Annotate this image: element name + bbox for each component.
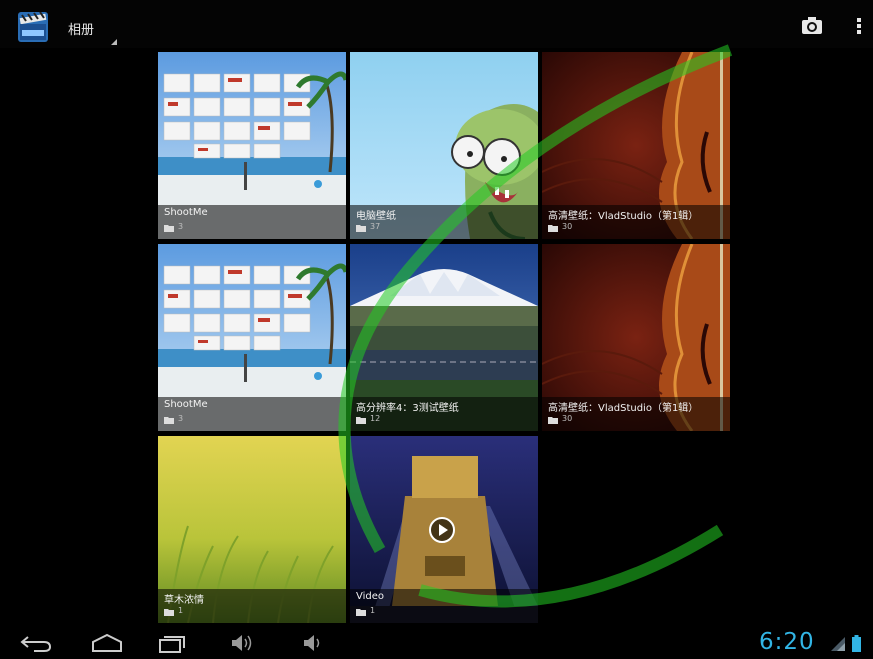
album-count: 3: [178, 414, 184, 423]
album-label-bar: ShootMe 3: [158, 397, 346, 431]
album-tile[interactable]: 草木浓情 1: [158, 436, 346, 623]
album-count: 37: [370, 222, 381, 231]
folder-icon: [548, 225, 558, 232]
battery-icon: [852, 635, 861, 652]
album-title: 电脑壁纸: [356, 211, 396, 222]
album-tile[interactable]: 电脑壁纸 37: [350, 52, 538, 239]
dropdown-caret-icon: [111, 39, 117, 45]
album-grid: ShootMe 3 电脑壁纸 37 高清壁纸：VladStudio（第1辑） 3…: [158, 52, 730, 624]
album-title: 草木浓情: [164, 595, 204, 606]
album-tile[interactable]: 高分辨率4：3测试壁纸 12: [350, 244, 538, 431]
folder-icon: [356, 417, 366, 424]
folder-icon: [356, 225, 366, 232]
action-bar: 相册: [0, 0, 873, 48]
album-tile[interactable]: ShootMe 3: [158, 244, 346, 431]
recent-apps-icon[interactable]: [156, 633, 190, 653]
album-label-bar: Video 1: [350, 589, 538, 623]
album-title: Video: [356, 591, 385, 602]
system-nav-bar: 6:20: [0, 627, 873, 659]
play-icon[interactable]: [428, 516, 456, 544]
album-tile[interactable]: Video 1: [350, 436, 538, 623]
overflow-menu-icon[interactable]: [851, 14, 867, 38]
album-title: ShootMe: [164, 399, 208, 410]
camera-icon[interactable]: [800, 14, 824, 38]
album-title: 高清壁纸：VladStudio（第1辑）: [548, 211, 699, 222]
album-label-bar: 草木浓情 1: [158, 589, 346, 623]
album-tile[interactable]: 高清壁纸：VladStudio（第1辑） 30: [542, 52, 730, 239]
album-count: 12: [370, 414, 381, 423]
album-title: 高分辨率4：3测试壁纸: [356, 403, 459, 414]
album-label-bar: 高清壁纸：VladStudio（第1辑） 30: [542, 397, 730, 431]
album-title: ShootMe: [164, 207, 208, 218]
status-clock: 6:20: [759, 629, 815, 655]
home-icon[interactable]: [90, 633, 124, 653]
folder-icon: [164, 417, 174, 424]
back-icon[interactable]: [20, 633, 54, 653]
album-count: 1: [178, 606, 184, 615]
folder-icon: [356, 609, 366, 616]
folder-icon: [164, 609, 174, 616]
album-count: 1: [370, 606, 376, 615]
album-title: 相册: [68, 23, 95, 38]
album-count: 3: [178, 222, 184, 231]
album-dropdown[interactable]: 相册: [60, 14, 120, 45]
album-count: 30: [562, 222, 573, 231]
folder-icon: [548, 417, 558, 424]
volume-up-icon[interactable]: [230, 633, 256, 653]
album-title: 高清壁纸：VladStudio（第1辑）: [548, 403, 699, 414]
album-count: 30: [562, 414, 573, 423]
album-tile[interactable]: 高清壁纸：VladStudio（第1辑） 30: [542, 244, 730, 431]
volume-down-icon[interactable]: [302, 633, 328, 653]
signal-icon: [831, 637, 845, 651]
album-label-bar: 高清壁纸：VladStudio（第1辑） 30: [542, 205, 730, 239]
clapperboard-app-icon[interactable]: [18, 12, 48, 42]
album-tile[interactable]: ShootMe 3: [158, 52, 346, 239]
album-label-bar: 电脑壁纸 37: [350, 205, 538, 239]
album-label-bar: ShootMe 3: [158, 205, 346, 239]
album-label-bar: 高分辨率4：3测试壁纸 12: [350, 397, 538, 431]
folder-icon: [164, 225, 174, 232]
